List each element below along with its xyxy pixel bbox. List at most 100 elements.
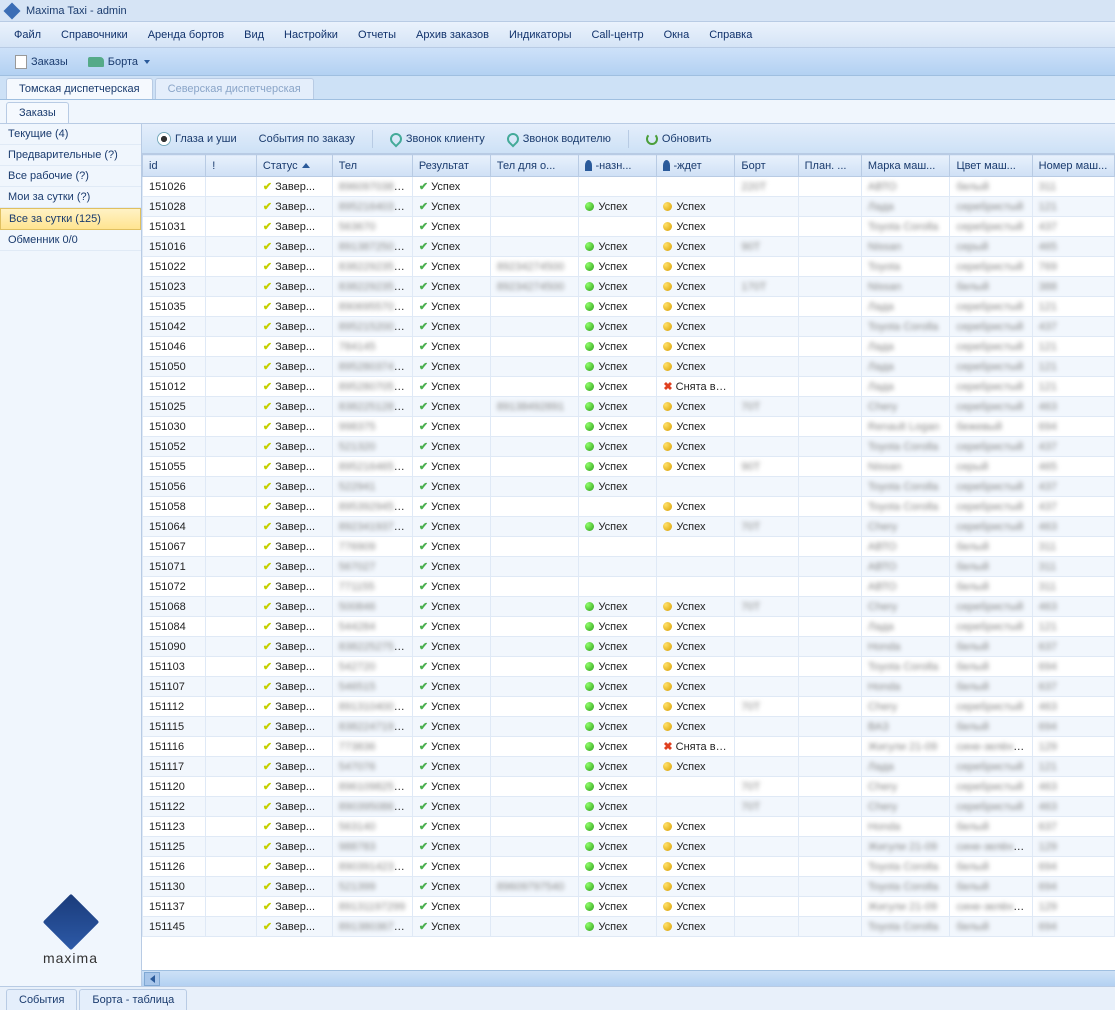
cell-brand: Toyota Corolla <box>861 477 950 497</box>
menu-1[interactable]: Справочники <box>51 25 138 45</box>
table-row[interactable]: 151067✔ Завер...776909✔ УспехАВТОбелый31… <box>143 537 1115 557</box>
table-row[interactable]: 151112✔ Завер...89131040030✔ УспехУспехУ… <box>143 697 1115 717</box>
table-row[interactable]: 151050✔ Завер...89528037471✔ УспехУспехУ… <box>143 357 1115 377</box>
horizontal-scrollbar[interactable] <box>142 970 1115 986</box>
cell-id: 151115 <box>143 717 206 737</box>
boards-button[interactable]: Борта <box>79 52 159 72</box>
sidebar-item-3[interactable]: Мои за сутки (?) <box>0 187 141 208</box>
table-row[interactable]: 151056✔ Завер...522941✔ УспехУспехToyota… <box>143 477 1115 497</box>
table-row[interactable]: 151116✔ Завер...773836✔ УспехУспех✖ Снят… <box>143 737 1115 757</box>
column-header-2[interactable]: Статус <box>256 155 332 177</box>
refresh-button[interactable]: Обновить <box>637 129 721 149</box>
table-row[interactable]: 151137✔ Завер...89131197299✔ УспехУспехУ… <box>143 897 1115 917</box>
table-row[interactable]: 151125✔ Завер...988783✔ УспехУспехУспехЖ… <box>143 837 1115 857</box>
table-row[interactable]: 151130✔ Завер...521399✔ Успех89609797540… <box>143 877 1115 897</box>
column-header-11[interactable]: Цвет маш... <box>950 155 1032 177</box>
cell-num: 437 <box>1032 497 1114 517</box>
call-driver-button[interactable]: Звонок водителю <box>498 129 620 149</box>
table-row[interactable]: 151035✔ Завер...89069557082✔ УспехУспехУ… <box>143 297 1115 317</box>
cell-board: 70T <box>735 517 798 537</box>
table-row[interactable]: 151122✔ Завер...89039508634✔ УспехУспех7… <box>143 797 1115 817</box>
table-row[interactable]: 151084✔ Завер...544284✔ УспехУспехУспехЛ… <box>143 617 1115 637</box>
cell-num: 637 <box>1032 817 1114 837</box>
cell-board: 70T <box>735 797 798 817</box>
column-header-12[interactable]: Номер маш... <box>1032 155 1114 177</box>
footer-tab-0[interactable]: События <box>6 989 77 1010</box>
column-header-0[interactable]: id <box>143 155 206 177</box>
table-row[interactable]: 151016✔ Завер...89138725063✔ УспехУспехУ… <box>143 237 1115 257</box>
column-header-10[interactable]: Марка маш... <box>861 155 950 177</box>
order-events-button[interactable]: События по заказу <box>250 129 364 149</box>
column-header-3[interactable]: Тел <box>332 155 412 177</box>
table-row[interactable]: 151068✔ Завер...500846✔ УспехУспехУспех7… <box>143 597 1115 617</box>
sidebar-item-0[interactable]: Текущие (4) <box>0 124 141 145</box>
sidebar-item-4[interactable]: Все за сутки (125) <box>0 208 141 230</box>
table-row[interactable]: 151071✔ Завер...567027✔ УспехАВТОбелый31… <box>143 557 1115 577</box>
table-row[interactable]: 151055✔ Завер...89521646598✔ УспехУспехУ… <box>143 457 1115 477</box>
table-row[interactable]: 151072✔ Завер...771155✔ УспехАВТОбелый31… <box>143 577 1115 597</box>
table-row[interactable]: 151028✔ Завер...89521640396✔ УспехУспехУ… <box>143 197 1115 217</box>
column-header-7[interactable]: -ждет <box>657 155 735 177</box>
menu-8[interactable]: Call-центр <box>581 25 653 45</box>
sidebar-item-5[interactable]: Обменник 0/0 <box>0 230 141 251</box>
table-row[interactable]: 151031✔ Завер...563670✔ УспехУспехToyota… <box>143 217 1115 237</box>
table-row[interactable]: 151022✔ Завер...83822923515✔ Успех892342… <box>143 257 1115 277</box>
menu-5[interactable]: Отчеты <box>348 25 406 45</box>
table-row[interactable]: 151126✔ Завер...89039142351✔ УспехУспехУ… <box>143 857 1115 877</box>
column-header-6[interactable]: -назн... <box>579 155 657 177</box>
orders-grid[interactable]: id!СтатусТелРезультатТел для о... -назн.… <box>142 154 1115 970</box>
dispatch-tab-1[interactable]: Северская диспетчерская <box>155 78 314 99</box>
table-row[interactable]: 151145✔ Завер...89138036778✔ УспехУспехУ… <box>143 917 1115 937</box>
table-row[interactable]: 151058✔ Завер...89539294527✔ УспехУспехT… <box>143 497 1115 517</box>
sidebar-item-1[interactable]: Предварительные (?) <box>0 145 141 166</box>
table-row[interactable]: 151052✔ Завер...521320✔ УспехУспехУспехT… <box>143 437 1115 457</box>
table-row[interactable]: 151090✔ Завер...83822527501✔ УспехУспехУ… <box>143 637 1115 657</box>
cell-status: ✔ Завер... <box>256 257 332 277</box>
column-header-4[interactable]: Результат <box>412 155 490 177</box>
menu-6[interactable]: Архив заказов <box>406 25 499 45</box>
table-row[interactable]: 151123✔ Завер...563140✔ УспехУспехУспехH… <box>143 817 1115 837</box>
cell-nazn: Успех <box>579 857 657 877</box>
menu-2[interactable]: Аренда бортов <box>138 25 234 45</box>
menu-7[interactable]: Индикаторы <box>499 25 582 45</box>
cell-tel: 89138036778 <box>332 917 412 937</box>
menu-10[interactable]: Справка <box>699 25 762 45</box>
table-row[interactable]: 151030✔ Завер...998375✔ УспехУспехУспехR… <box>143 417 1115 437</box>
menu-9[interactable]: Окна <box>654 25 700 45</box>
scroll-left-button[interactable] <box>144 972 160 986</box>
menu-3[interactable]: Вид <box>234 25 274 45</box>
eyes-ears-button[interactable]: Глаза и уши <box>148 128 246 150</box>
call-client-button[interactable]: Звонок клиенту <box>381 129 494 149</box>
table-row[interactable]: 151042✔ Завер...89521520072✔ УспехУспехУ… <box>143 317 1115 337</box>
table-row[interactable]: 151064✔ Завер...89234193701✔ УспехУспехУ… <box>143 517 1115 537</box>
sidebar-item-2[interactable]: Все рабочие (?) <box>0 166 141 187</box>
column-header-5[interactable]: Тел для о... <box>490 155 579 177</box>
table-row[interactable]: 151026✔ Завер...89609703899✔ Успех220TАВ… <box>143 177 1115 197</box>
table-row[interactable]: 151107✔ Завер...546515✔ УспехУспехУспехH… <box>143 677 1115 697</box>
column-header-1[interactable]: ! <box>206 155 257 177</box>
orders-button[interactable]: Заказы <box>6 51 77 73</box>
cell-status: ✔ Завер... <box>256 437 332 457</box>
menu-4[interactable]: Настройки <box>274 25 348 45</box>
table-row[interactable]: 151120✔ Завер...89610982531✔ УспехУспех7… <box>143 777 1115 797</box>
tab-orders[interactable]: Заказы <box>6 102 69 123</box>
cell-id: 151012 <box>143 377 206 397</box>
dispatch-tab-0[interactable]: Томская диспетчерская <box>6 78 153 99</box>
table-row[interactable]: 151103✔ Завер...542720✔ УспехУспехУспехT… <box>143 657 1115 677</box>
table-row[interactable]: 151046✔ Завер...784145✔ УспехУспехУспехЛ… <box>143 337 1115 357</box>
table-row[interactable]: 151023✔ Завер...83822923515✔ Успех892342… <box>143 277 1115 297</box>
menu-0[interactable]: Файл <box>4 25 51 45</box>
cell-color: серебристый <box>950 477 1032 497</box>
table-row[interactable]: 151115✔ Завер...83822471952✔ УспехУспехУ… <box>143 717 1115 737</box>
cell-id: 151056 <box>143 477 206 497</box>
table-row[interactable]: 151025✔ Завер...83822512869✔ Успех891384… <box>143 397 1115 417</box>
table-row[interactable]: 151012✔ Завер...89528070515✔ УспехУспех✖… <box>143 377 1115 397</box>
column-header-8[interactable]: Борт <box>735 155 798 177</box>
cell-result: ✔ Успех <box>412 757 490 777</box>
column-header-9[interactable]: План. ... <box>798 155 861 177</box>
table-row[interactable]: 151117✔ Завер...547076✔ УспехУспехУспехЛ… <box>143 757 1115 777</box>
titlebar: Maxima Taxi - admin <box>0 0 1115 22</box>
footer-tab-1[interactable]: Борта - таблица <box>79 989 187 1010</box>
cell-board <box>735 537 798 557</box>
cell-wait: Успех <box>657 717 735 737</box>
